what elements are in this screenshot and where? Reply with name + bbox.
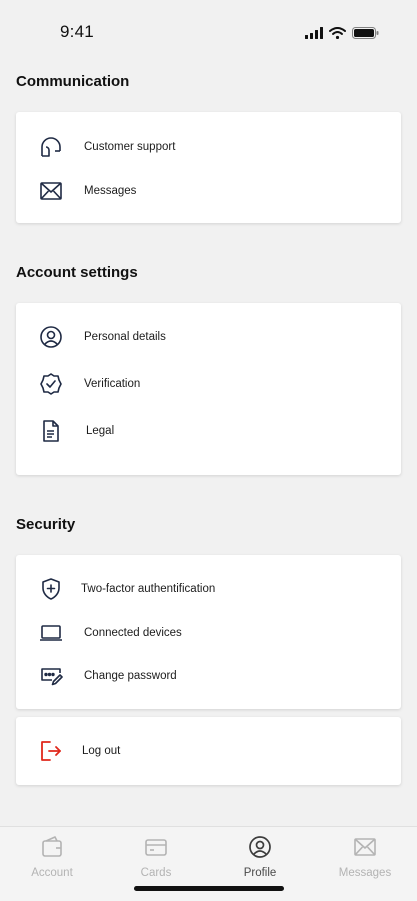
status-icons (305, 26, 379, 44)
card-icon (144, 835, 168, 859)
laptop-icon (39, 621, 63, 645)
account-settings-card: Personal details Verification Legal (16, 303, 401, 475)
envelope-icon (353, 835, 377, 859)
legal-item[interactable]: Legal (16, 415, 401, 447)
signal-icon (305, 26, 323, 44)
shield-plus-icon (39, 577, 63, 601)
badge-check-icon (39, 372, 63, 396)
change-password-item[interactable]: Change password (16, 660, 401, 692)
user-circle-icon (248, 835, 272, 859)
tab-account[interactable]: Account (0, 835, 104, 879)
personal-details-item[interactable]: Personal details (16, 321, 401, 353)
personal-details-label: Personal details (84, 331, 166, 343)
home-indicator (134, 886, 284, 891)
verification-item[interactable]: Verification (16, 368, 401, 400)
customer-support-label: Customer support (84, 141, 176, 153)
document-icon (39, 419, 63, 443)
status-bar: 9:41 (0, 0, 417, 56)
tab-messages[interactable]: Messages (313, 835, 417, 879)
verification-label: Verification (84, 378, 141, 390)
password-icon (39, 664, 63, 688)
section-title-communication: Communication (16, 73, 130, 90)
tab-cards-label: Cards (140, 867, 172, 879)
logout-label: Log out (82, 745, 121, 757)
two-factor-label: Two-factor authentification (81, 583, 216, 595)
two-factor-item[interactable]: Two-factor authentification (16, 573, 401, 605)
envelope-icon (39, 179, 63, 203)
logout-icon (39, 739, 63, 763)
connected-devices-item[interactable]: Connected devices (16, 617, 401, 649)
logout-card: Log out (16, 717, 401, 785)
user-circle-icon (39, 325, 63, 349)
change-password-label: Change password (84, 670, 177, 682)
wifi-icon (329, 26, 346, 44)
section-title-security: Security (16, 516, 76, 533)
tab-messages-label: Messages (338, 867, 392, 879)
tab-account-label: Account (31, 867, 73, 879)
connected-devices-label: Connected devices (84, 627, 182, 639)
messages-label: Messages (84, 185, 137, 197)
customer-support-item[interactable]: Customer support (16, 131, 401, 163)
wallet-icon (40, 835, 64, 859)
headset-icon (39, 135, 63, 159)
logout-item[interactable]: Log out (16, 735, 401, 767)
tab-cards[interactable]: Cards (104, 835, 208, 879)
status-time: 9:41 (60, 22, 94, 41)
messages-item[interactable]: Messages (16, 175, 401, 207)
section-title-account-settings: Account settings (16, 264, 138, 281)
security-card: Two-factor authentification Connected de… (16, 555, 401, 709)
legal-label: Legal (86, 425, 115, 437)
battery-icon (352, 26, 379, 44)
communication-card: Customer support Messages (16, 112, 401, 223)
tab-profile-label: Profile (243, 867, 277, 879)
tab-profile[interactable]: Profile (208, 835, 312, 879)
